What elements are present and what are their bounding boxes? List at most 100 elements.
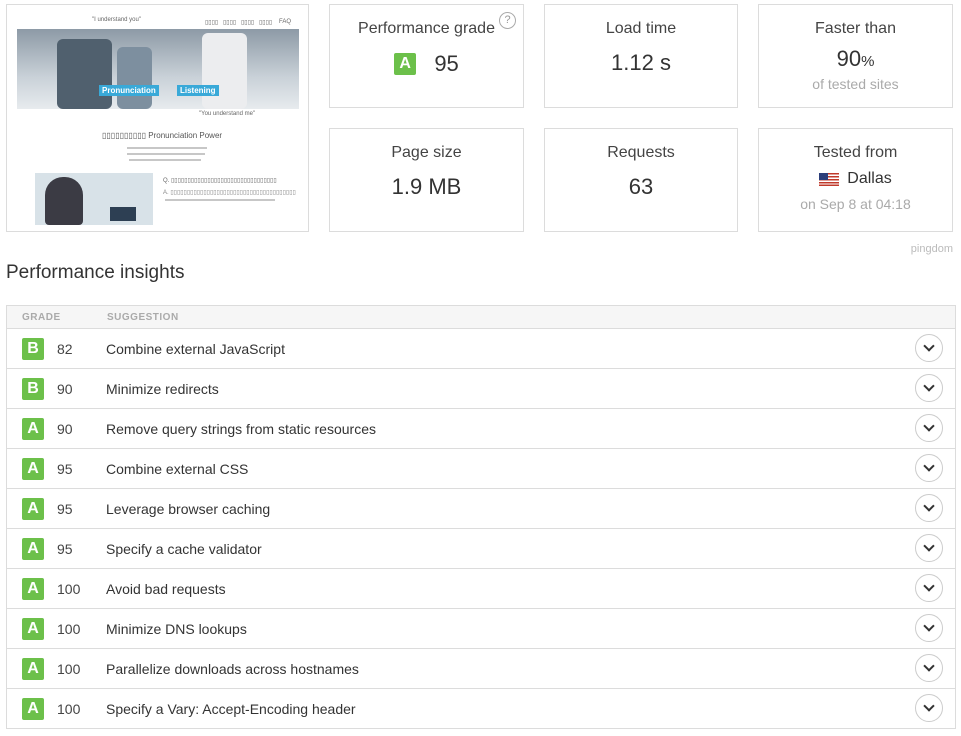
thumb-nav-4: ▯▯▯▯ [259, 20, 273, 26]
thumb-qa-question: Q. ▯▯▯▯▯▯▯▯▯▯▯▯▯▯▯▯▯▯▯▯▯▯▯▯▯▯▯▯▯▯▯▯ [163, 178, 277, 184]
pingdom-logo: pingdom [910, 243, 953, 255]
site-screenshot-thumbnail: ▯▯▯▯ ▯▯▯▯ ▯▯▯▯ ▯▯▯▯ FAQ "I understand yo… [6, 4, 309, 232]
row-score: 95 [57, 501, 73, 517]
row-suggestion: Combine external CSS [106, 461, 249, 477]
thumb-nav-3: ▯▯▯▯ [241, 20, 255, 26]
thumb-nav-2: ▯▯▯▯ [223, 20, 237, 26]
thumb-text-line [127, 147, 207, 149]
performance-grade-value-wrap: A 95 [330, 50, 523, 77]
thumb-text-line [127, 153, 205, 155]
row-score: 90 [57, 381, 73, 397]
insights-table-header: GRADE SUGGESTION [7, 306, 955, 329]
row-suggestion: Minimize DNS lookups [106, 621, 247, 637]
chevron-down-icon[interactable] [915, 494, 943, 522]
us-flag-icon [819, 172, 840, 186]
thumb-tag-pronunciation: Pronunciation [99, 85, 159, 96]
faster-than-value-wrap: 90% [759, 46, 952, 72]
tested-when: on Sep 8 at 04:18 [800, 196, 911, 213]
grade-badge: A [22, 458, 44, 480]
grade-badge: A [22, 698, 44, 720]
row-suggestion: Combine external JavaScript [106, 341, 285, 357]
row-suggestion: Specify a Vary: Accept-Encoding header [106, 701, 356, 717]
table-row[interactable]: A 95 Leverage browser caching [7, 489, 955, 529]
table-row[interactable]: A 95 Specify a cache validator [7, 529, 955, 569]
insights-table: GRADE SUGGESTION B 82 Combine external Jav… [6, 305, 956, 729]
row-score: 95 [57, 461, 73, 477]
row-suggestion: Minimize redirects [106, 381, 219, 397]
load-time-card: Load time 1.12 s [544, 4, 738, 108]
chevron-down-icon[interactable] [915, 534, 943, 562]
faster-than-title: Faster than [815, 20, 896, 37]
site-screenshot: ▯▯▯▯ ▯▯▯▯ ▯▯▯▯ ▯▯▯▯ FAQ "I understand yo… [17, 17, 299, 225]
table-row[interactable]: A 100 Specify a Vary: Accept-Encoding head… [7, 689, 955, 728]
requests-value: 63 [628, 174, 654, 199]
faster-than-sub: of tested sites [812, 76, 899, 92]
thumb-person-student [45, 177, 83, 225]
requests-title: Requests [607, 144, 675, 161]
row-suggestion: Leverage browser caching [106, 501, 271, 517]
thumb-laptop [110, 207, 136, 221]
grade-badge: B [22, 338, 44, 360]
column-header-grade: GRADE [22, 312, 61, 323]
performance-grade-score: 95 [434, 51, 459, 77]
row-score: 95 [57, 541, 73, 557]
thumb-person-3 [202, 33, 247, 109]
thumb-person-1 [57, 39, 112, 109]
thumb-quote-top: "I understand you" [92, 17, 141, 23]
row-score: 90 [57, 421, 73, 437]
thumb-text-line [165, 199, 275, 201]
thumb-qa-answer: A. ▯▯▯▯▯▯▯▯▯▯▯▯▯▯▯▯▯▯▯▯▯▯▯▯▯▯▯▯▯▯▯▯▯▯▯▯▯… [163, 190, 296, 196]
grade-badge: A [22, 498, 44, 520]
row-score: 100 [57, 661, 81, 677]
row-suggestion: Avoid bad requests [106, 581, 226, 597]
faster-than-unit: % [861, 53, 875, 70]
performance-grade-title: Performance grade [358, 20, 495, 37]
row-score: 82 [57, 341, 73, 357]
table-row[interactable]: B 82 Combine external JavaScript [7, 329, 955, 369]
tested-from-card: Tested from Dallas on Sep 8 at 04:18 [758, 128, 953, 232]
thumb-text-line [129, 159, 201, 161]
chevron-down-icon[interactable] [915, 414, 943, 442]
row-score: 100 [57, 581, 81, 597]
chevron-down-icon[interactable] [915, 694, 943, 722]
table-row[interactable]: B 90 Minimize redirects [7, 369, 955, 409]
thumb-quote-bottom: "You understand me" [199, 111, 256, 117]
table-row[interactable]: A 100 Avoid bad requests [7, 569, 955, 609]
table-row[interactable]: A 90 Remove query strings from static reso… [7, 409, 955, 449]
load-time-title: Load time [605, 20, 677, 37]
help-icon[interactable]: ? [499, 12, 516, 29]
table-row[interactable]: A 100 Minimize DNS lookups [7, 609, 955, 649]
row-suggestion: Specify a cache validator [106, 541, 262, 557]
thumb-heading: ▯▯▯▯▯▯▯▯▯▯ Pronunciation Power [102, 131, 223, 140]
column-header-suggestion: SUGGESTION [107, 312, 179, 323]
chevron-down-icon[interactable] [915, 654, 943, 682]
table-row[interactable]: A 100 Parallelize downloads across hostnam… [7, 649, 955, 689]
thumb-nav-5: FAQ [279, 19, 292, 25]
thumb-person-2 [117, 47, 152, 109]
tested-location: Dallas [847, 170, 892, 187]
grade-badge: A [22, 418, 44, 440]
chevron-down-icon[interactable] [915, 374, 943, 402]
table-row[interactable]: A 95 Combine external CSS [7, 449, 955, 489]
row-suggestion: Remove query strings from static resourc… [106, 421, 376, 437]
performance-grade-card: ? Performance grade A 95 [329, 4, 524, 108]
chevron-down-icon[interactable] [915, 454, 943, 482]
performance-insights-title: Performance insights [6, 262, 185, 283]
page-size-title: Page size [391, 144, 462, 161]
chevron-down-icon[interactable] [915, 574, 943, 602]
row-score: 100 [57, 621, 81, 637]
load-time-value: 1.12 s [611, 50, 671, 75]
row-suggestion: Parallelize downloads across hostnames [106, 661, 359, 677]
tested-location-wrap: Dallas [759, 170, 952, 188]
chevron-down-icon[interactable] [915, 334, 943, 362]
thumb-tag-listening: Listening [177, 85, 219, 96]
faster-than-value: 90 [836, 46, 862, 71]
requests-card: Requests 63 [544, 128, 738, 232]
page-size-value: 1.9 MB [391, 174, 462, 199]
thumb-photo-student [35, 173, 153, 225]
grade-badge: B [22, 378, 44, 400]
chevron-down-icon[interactable] [915, 614, 943, 642]
grade-badge: A [394, 53, 417, 76]
tested-from-title: Tested from [813, 144, 898, 161]
page-size-card: Page size 1.9 MB [329, 128, 524, 232]
